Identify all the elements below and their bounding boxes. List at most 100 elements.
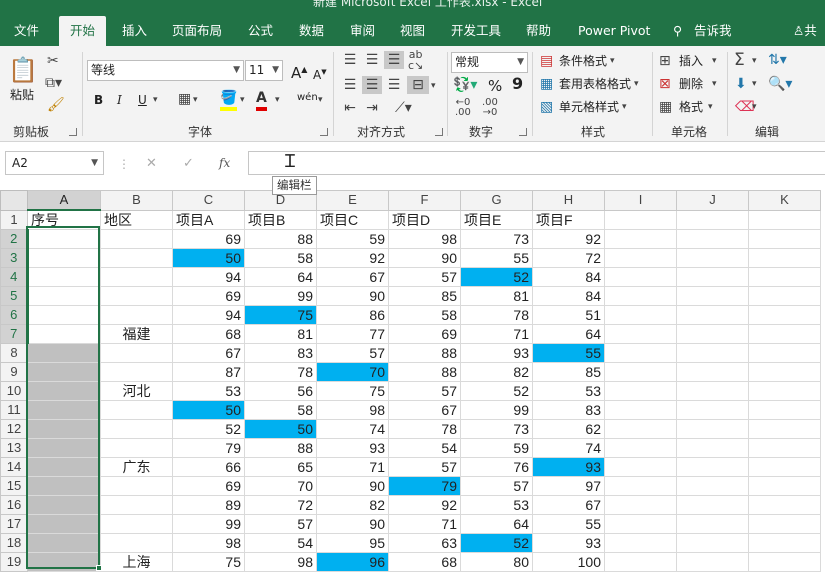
copy-icon[interactable]: ⧉▾ bbox=[45, 74, 62, 92]
column-header-j[interactable]: J bbox=[676, 190, 749, 211]
delete-cells-icon[interactable]: ⊠ bbox=[659, 75, 671, 93]
empty-cell[interactable] bbox=[604, 343, 677, 363]
data-cell[interactable]: 90 bbox=[316, 286, 389, 306]
cell-a11[interactable] bbox=[27, 400, 101, 420]
empty-cell[interactable] bbox=[604, 438, 677, 458]
empty-cell[interactable] bbox=[748, 381, 821, 401]
cell-a9[interactable] bbox=[27, 362, 101, 382]
data-cell[interactable]: 99 bbox=[172, 514, 245, 534]
data-cell[interactable]: 70 bbox=[316, 362, 389, 382]
row-header[interactable]: 15 bbox=[0, 476, 28, 496]
data-cell[interactable]: 83 bbox=[532, 400, 605, 420]
region-cell[interactable] bbox=[100, 286, 173, 306]
cell-a16[interactable] bbox=[27, 495, 101, 515]
data-cell[interactable]: 77 bbox=[316, 324, 389, 344]
data-cell[interactable]: 57 bbox=[316, 343, 389, 363]
data-cell[interactable]: 69 bbox=[172, 229, 245, 249]
row-header[interactable]: 14 bbox=[0, 457, 28, 477]
cell-styles-button[interactable]: 单元格样式 bbox=[559, 98, 619, 116]
empty-cell[interactable] bbox=[604, 533, 677, 553]
font-launcher-icon[interactable] bbox=[320, 128, 328, 136]
region-cell[interactable] bbox=[100, 400, 173, 420]
font-name-select[interactable]: 等线 ▼ bbox=[87, 60, 244, 81]
data-cell[interactable]: 81 bbox=[244, 324, 317, 344]
alignment-launcher-icon[interactable] bbox=[435, 128, 443, 136]
empty-cell[interactable] bbox=[604, 419, 677, 439]
data-cell[interactable]: 73 bbox=[460, 419, 533, 439]
data-cell[interactable]: 56 bbox=[244, 381, 317, 401]
header-cell[interactable] bbox=[676, 209, 749, 230]
data-cell[interactable]: 90 bbox=[316, 514, 389, 534]
data-cell[interactable]: 78 bbox=[460, 305, 533, 325]
chevron-down-icon[interactable]: ▾ bbox=[752, 98, 757, 116]
data-cell[interactable]: 75 bbox=[244, 305, 317, 325]
data-cell[interactable]: 84 bbox=[532, 267, 605, 287]
data-cell[interactable]: 89 bbox=[172, 495, 245, 515]
insert-cells-icon[interactable]: ⊞ bbox=[659, 52, 671, 70]
sort-filter-icon[interactable]: ⇅▾ bbox=[768, 51, 787, 69]
header-cell[interactable]: 项目B bbox=[244, 209, 317, 230]
data-cell[interactable]: 52 bbox=[460, 533, 533, 553]
grow-font-button[interactable]: A▲ bbox=[291, 61, 307, 82]
chevron-down-icon[interactable]: ▾ bbox=[240, 91, 245, 109]
tab-view[interactable]: 视图 bbox=[400, 16, 425, 46]
data-cell[interactable]: 70 bbox=[244, 476, 317, 496]
row-header[interactable]: 8 bbox=[0, 343, 28, 363]
column-header-a[interactable]: A bbox=[27, 190, 101, 211]
data-cell[interactable]: 79 bbox=[388, 476, 461, 496]
column-header-k[interactable]: K bbox=[748, 190, 821, 211]
region-cell[interactable] bbox=[100, 514, 173, 534]
row-header[interactable]: 16 bbox=[0, 495, 28, 515]
data-cell[interactable]: 74 bbox=[532, 438, 605, 458]
tab-help[interactable]: 帮助 bbox=[526, 16, 551, 46]
chevron-down-icon[interactable]: ▾ bbox=[610, 52, 615, 70]
empty-cell[interactable] bbox=[748, 419, 821, 439]
data-cell[interactable]: 75 bbox=[172, 552, 245, 572]
data-cell[interactable]: 88 bbox=[244, 438, 317, 458]
empty-cell[interactable] bbox=[748, 305, 821, 325]
region-cell[interactable]: 河北 bbox=[100, 381, 173, 401]
data-cell[interactable]: 50 bbox=[172, 248, 245, 268]
data-cell[interactable]: 67 bbox=[532, 495, 605, 515]
empty-cell[interactable] bbox=[604, 248, 677, 268]
header-cell[interactable]: 项目F bbox=[532, 209, 605, 230]
empty-cell[interactable] bbox=[748, 343, 821, 363]
empty-cell[interactable] bbox=[748, 362, 821, 382]
header-cell[interactable]: 项目C bbox=[316, 209, 389, 230]
data-cell[interactable]: 98 bbox=[172, 533, 245, 553]
row-header[interactable]: 3 bbox=[0, 248, 29, 268]
data-cell[interactable]: 50 bbox=[244, 419, 317, 439]
data-cell[interactable]: 96 bbox=[316, 552, 389, 572]
orientation-icon[interactable]: ab c↘ bbox=[408, 49, 423, 71]
data-cell[interactable]: 57 bbox=[388, 457, 461, 477]
data-cell[interactable]: 57 bbox=[244, 514, 317, 534]
cell-a13[interactable] bbox=[27, 438, 101, 458]
format-cells-button[interactable]: 格式 bbox=[679, 98, 703, 116]
shrink-font-button[interactable]: A▼ bbox=[313, 63, 327, 84]
format-cells-icon[interactable]: ▦ bbox=[659, 98, 672, 116]
tab-home[interactable]: 开始 bbox=[59, 16, 107, 46]
data-cell[interactable]: 59 bbox=[316, 229, 389, 249]
empty-cell[interactable] bbox=[604, 362, 677, 382]
data-cell[interactable]: 97 bbox=[532, 476, 605, 496]
decrease-indent-icon[interactable]: ⇤ bbox=[340, 99, 360, 117]
cell-a15[interactable] bbox=[27, 476, 101, 496]
region-cell[interactable] bbox=[100, 495, 173, 515]
header-cell[interactable]: 项目E bbox=[460, 209, 533, 230]
empty-cell[interactable] bbox=[676, 457, 749, 477]
data-cell[interactable]: 87 bbox=[172, 362, 245, 382]
data-cell[interactable]: 88 bbox=[388, 362, 461, 382]
data-cell[interactable]: 75 bbox=[316, 381, 389, 401]
header-cell[interactable]: 地区 bbox=[100, 209, 173, 230]
cell-a12[interactable] bbox=[27, 419, 101, 439]
cell-a18[interactable] bbox=[27, 533, 101, 553]
cell-a4[interactable] bbox=[27, 267, 101, 287]
chevron-down-icon[interactable]: ▾ bbox=[752, 52, 757, 70]
data-cell[interactable]: 76 bbox=[460, 457, 533, 477]
insert-cells-button[interactable]: 插入 bbox=[679, 52, 703, 70]
empty-cell[interactable] bbox=[676, 267, 749, 287]
font-size-select[interactable]: 11 ▼ bbox=[245, 60, 283, 81]
data-cell[interactable]: 54 bbox=[244, 533, 317, 553]
header-cell[interactable] bbox=[748, 209, 821, 230]
empty-cell[interactable] bbox=[748, 514, 821, 534]
